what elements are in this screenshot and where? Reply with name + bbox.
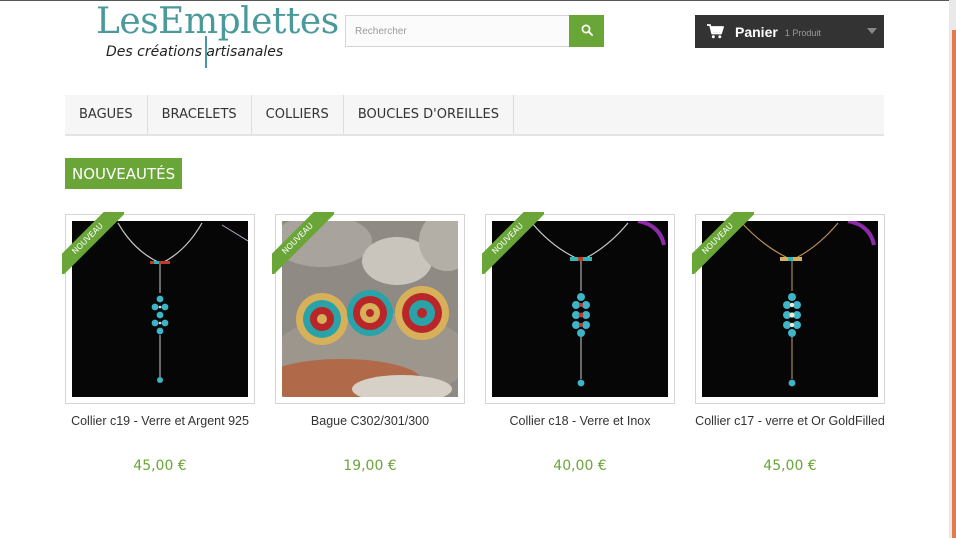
- menu-item-colliers[interactable]: COLLIERS: [252, 95, 344, 134]
- main-menu: BAGUES BRACELETS COLLIERS BOUCLES D'OREI…: [65, 95, 884, 136]
- new-badge: NOUVEAU: [482, 212, 544, 274]
- logo-tagline: Des créations artisanales: [106, 44, 284, 60]
- product-name[interactable]: Collier c19 - Verre et Argent 925: [65, 413, 255, 429]
- menu-item-bagues[interactable]: BAGUES: [65, 95, 148, 134]
- new-badge-label: NOUVEAU: [482, 212, 544, 274]
- search-button[interactable]: [569, 15, 604, 47]
- menu-item-bracelets[interactable]: BRACELETS: [148, 95, 252, 134]
- cart-button[interactable]: Panier 1 Produit: [695, 15, 884, 48]
- product-name[interactable]: Bague C302/301/300: [275, 413, 465, 429]
- product-price: 40,00 €: [553, 458, 607, 474]
- new-badge-label: NOUVEAU: [692, 212, 754, 274]
- search-icon: [581, 24, 593, 39]
- new-badge: NOUVEAU: [692, 212, 754, 274]
- scrollbar-accent: [952, 30, 956, 538]
- caret-down-icon[interactable]: [867, 28, 877, 34]
- product-card[interactable]: NOUVEAU: [272, 212, 465, 404]
- site-logo[interactable]: LesEmplettes Des créations artisanales: [96, 2, 339, 70]
- shopping-cart-icon: [707, 24, 724, 39]
- new-badge: NOUVEAU: [272, 212, 334, 274]
- product-name[interactable]: Collier c17 - verre et Or GoldFilled: [695, 413, 885, 429]
- product-price: 45,00 €: [133, 458, 187, 474]
- product-card[interactable]: NOUVEAU: [692, 212, 885, 404]
- new-badge-label: NOUVEAU: [62, 212, 124, 274]
- new-badge-label: NOUVEAU: [272, 212, 334, 274]
- search-input[interactable]: [345, 15, 570, 47]
- menu-item-boucles-oreilles[interactable]: BOUCLES D'OREILLES: [344, 95, 515, 134]
- product-price: 45,00 €: [763, 458, 817, 474]
- section-title: NOUVEAUTÉS: [65, 158, 183, 189]
- cart-count: 1 Produit: [784, 27, 821, 38]
- product-card[interactable]: NOUVEAU: [62, 212, 255, 404]
- new-badge: NOUVEAU: [62, 212, 124, 274]
- product-card[interactable]: NOUVEAU: [482, 212, 675, 404]
- cart-label: Panier: [735, 23, 778, 40]
- product-name[interactable]: Collier c18 - Verre et Inox: [485, 413, 675, 429]
- logo-wordmark: LesEmplettes: [96, 1, 339, 42]
- product-price: 19,00 €: [343, 458, 397, 474]
